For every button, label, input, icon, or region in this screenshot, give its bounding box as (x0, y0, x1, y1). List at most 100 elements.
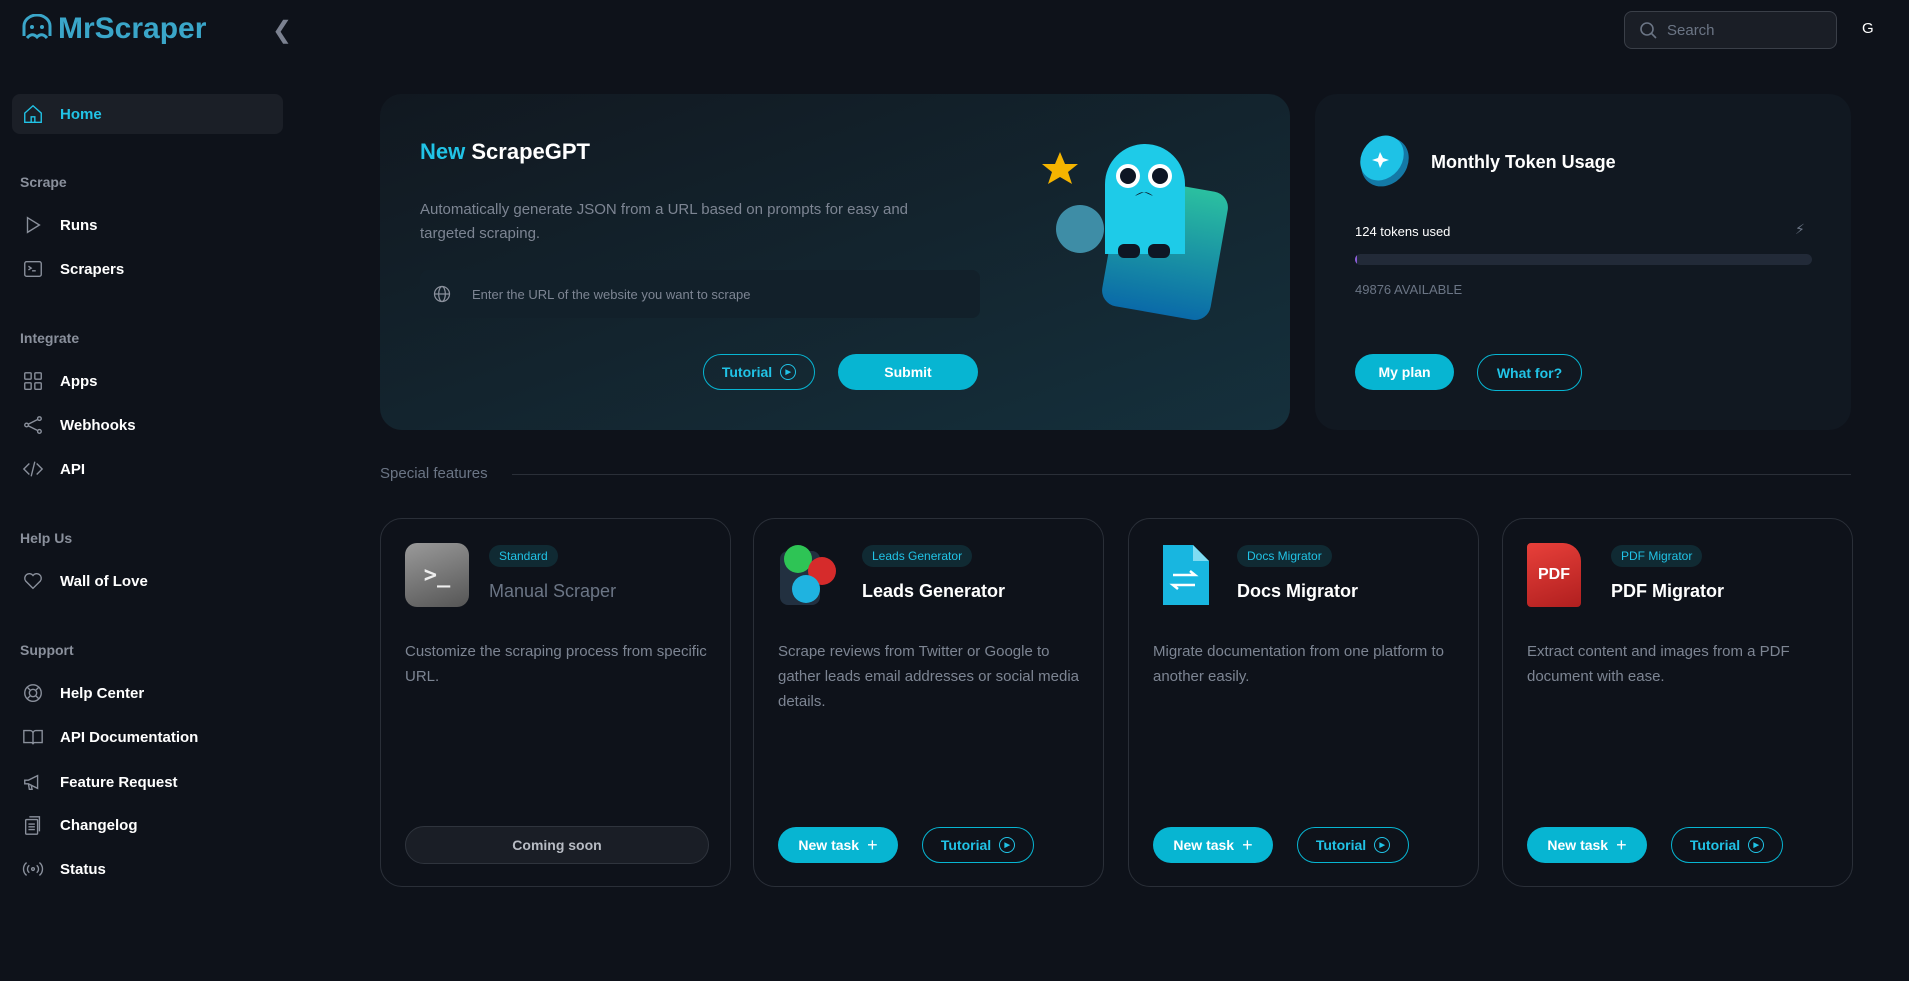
monthly-token-usage-card: Monthly Token Usage 124 tokens used ⚡︎ 4… (1315, 94, 1851, 430)
book-icon (23, 729, 43, 745)
broadcast-icon (22, 862, 44, 876)
new-task-button[interactable]: New task + (1153, 827, 1273, 863)
coin-icon (1360, 135, 1409, 187)
button-label: New task (798, 837, 860, 853)
brand-logo[interactable]: MrScraper (20, 12, 206, 46)
sidebar-item-changelog[interactable]: Changelog (12, 805, 283, 845)
token-progress-fill (1355, 254, 1357, 265)
button-label: New task (1547, 837, 1609, 853)
sidebar-item-label: Wall of Love (60, 572, 148, 590)
button-label: Tutorial (1689, 837, 1741, 853)
sidebar-item-wall-of-love[interactable]: Wall of Love (12, 561, 283, 601)
hero-tutorial-button[interactable]: Tutorial ▶ (703, 354, 815, 390)
sidebar-item-label: API (60, 460, 86, 478)
sidebar-item-home[interactable]: Home (12, 94, 283, 134)
sidebar-item-api[interactable]: API (12, 449, 283, 489)
card-description: Customize the scraping process from spec… (405, 643, 707, 685)
token-card-title: Monthly Token Usage (1431, 152, 1616, 172)
tutorial-button[interactable]: Tutorial ▶ (922, 827, 1034, 863)
sidebar-item-feature-request[interactable]: Feature Request (12, 762, 283, 802)
feature-card-pdf-migrator: PDF PDF Migrator PDF Migrator Extract co… (1502, 518, 1853, 887)
tokens-used: 124 tokens used (1355, 224, 1451, 239)
plus-icon: + (1242, 834, 1253, 855)
sidebar-item-label: Help Center (60, 684, 145, 702)
terminal-icon: >_ (405, 543, 469, 607)
terminal-icon (24, 260, 42, 278)
heart-icon (24, 573, 42, 590)
feature-card-leads-generator: Leads Generator Leads Generator Scrape r… (753, 518, 1104, 887)
play-circle-icon: ▶ (780, 364, 797, 380)
sidebar-item-runs[interactable]: Runs (12, 205, 283, 245)
button-label: Tutorial (721, 364, 773, 380)
url-input[interactable]: Enter the URL of the website you want to… (420, 270, 980, 318)
hero-title-accent: New (420, 139, 466, 164)
clipboard-icon (24, 816, 41, 835)
sidebar-item-label: Runs (60, 216, 98, 234)
hero-title: New ScrapeGPT (420, 139, 590, 165)
sidebar-section-help-us: Help Us (20, 530, 73, 546)
document-transfer-icon (1163, 545, 1209, 605)
grid-icon (24, 372, 42, 390)
token-progress-bar (1355, 254, 1812, 265)
sidebar-item-scrapers[interactable]: Scrapers (12, 249, 283, 289)
user-avatar[interactable]: G (1862, 20, 1874, 37)
plus-icon: + (867, 834, 878, 855)
tutorial-button[interactable]: Tutorial ▶ (1671, 827, 1783, 863)
new-task-button[interactable]: New task + (1527, 827, 1647, 863)
collapse-sidebar-chevron-left-icon[interactable]: ❮ (272, 16, 292, 45)
hero-title-text: ScrapeGPT (471, 139, 590, 164)
mascot-illustration (1042, 144, 1228, 321)
my-plan-button[interactable]: My plan (1355, 354, 1454, 390)
card-description: Migrate documentation from one platform … (1153, 643, 1444, 685)
sidebar-item-label: API Documentation (60, 728, 199, 746)
button-label: New task (1173, 837, 1235, 853)
sidebar-item-label: Home (60, 105, 102, 123)
tokens-available: 49876 AVAILABLE (1355, 282, 1463, 297)
brand-name: MrScraper (58, 12, 207, 45)
sidebar-section-scrape: Scrape (20, 174, 67, 190)
tutorial-button[interactable]: Tutorial ▶ (1297, 827, 1409, 863)
sidebar-item-status[interactable]: Status (12, 849, 283, 889)
share-icon (24, 416, 42, 434)
search-placeholder: Search (1667, 21, 1715, 39)
plus-icon: + (1616, 834, 1627, 855)
lifebuoy-icon (24, 684, 42, 702)
badge: PDF Migrator (1611, 545, 1703, 567)
url-placeholder: Enter the URL of the website you want to… (472, 286, 751, 302)
sidebar-section-integrate: Integrate (20, 330, 80, 346)
feature-card-docs-migrator: Docs Migrator Docs Migrator Migrate docu… (1128, 518, 1479, 887)
what-for-button[interactable]: What for? (1477, 354, 1582, 391)
badge: Docs Migrator (1237, 545, 1332, 567)
card-title: Leads Generator (862, 581, 1006, 601)
sidebar-item-label: Apps (60, 372, 98, 390)
code-icon (22, 461, 44, 477)
new-task-button[interactable]: New task + (778, 827, 898, 863)
submit-button[interactable]: Submit (838, 354, 978, 390)
sidebar-item-label: Changelog (60, 816, 138, 834)
coming-soon-button: Coming soon (405, 826, 709, 864)
badge: Standard (489, 545, 558, 567)
home-icon (24, 104, 42, 123)
sidebar-item-webhooks[interactable]: Webhooks (12, 405, 283, 445)
play-circle-icon: ▶ (999, 837, 1016, 853)
card-title: Manual Scraper (489, 581, 617, 601)
play-circle-icon: ▶ (1374, 837, 1391, 853)
globe-icon (433, 285, 451, 303)
sidebar-item-api-documentation[interactable]: API Documentation (12, 717, 283, 757)
divider (512, 474, 1851, 475)
feature-card-manual-scraper: >_ Standard Manual Scraper Customize the… (380, 518, 731, 887)
sidebar-item-label: Feature Request (60, 773, 178, 791)
search-input[interactable]: Search (1624, 11, 1837, 49)
play-icon (26, 216, 41, 234)
play-circle-icon: ▶ (1748, 837, 1765, 853)
sidebar-item-help-center[interactable]: Help Center (12, 673, 283, 713)
card-title: PDF Migrator (1611, 581, 1725, 601)
card-description: Extract content and images from a PDF do… (1527, 643, 1790, 685)
lightning-icon: ⚡︎ (1795, 221, 1805, 237)
sidebar-item-label: Scrapers (60, 260, 125, 278)
hero-description: Automatically generate JSON from a URL b… (420, 201, 909, 242)
sidebar-item-apps[interactable]: Apps (12, 361, 283, 401)
search-icon (1640, 22, 1657, 39)
special-features-heading: Special features (380, 465, 488, 482)
button-label: Tutorial (1315, 837, 1367, 853)
